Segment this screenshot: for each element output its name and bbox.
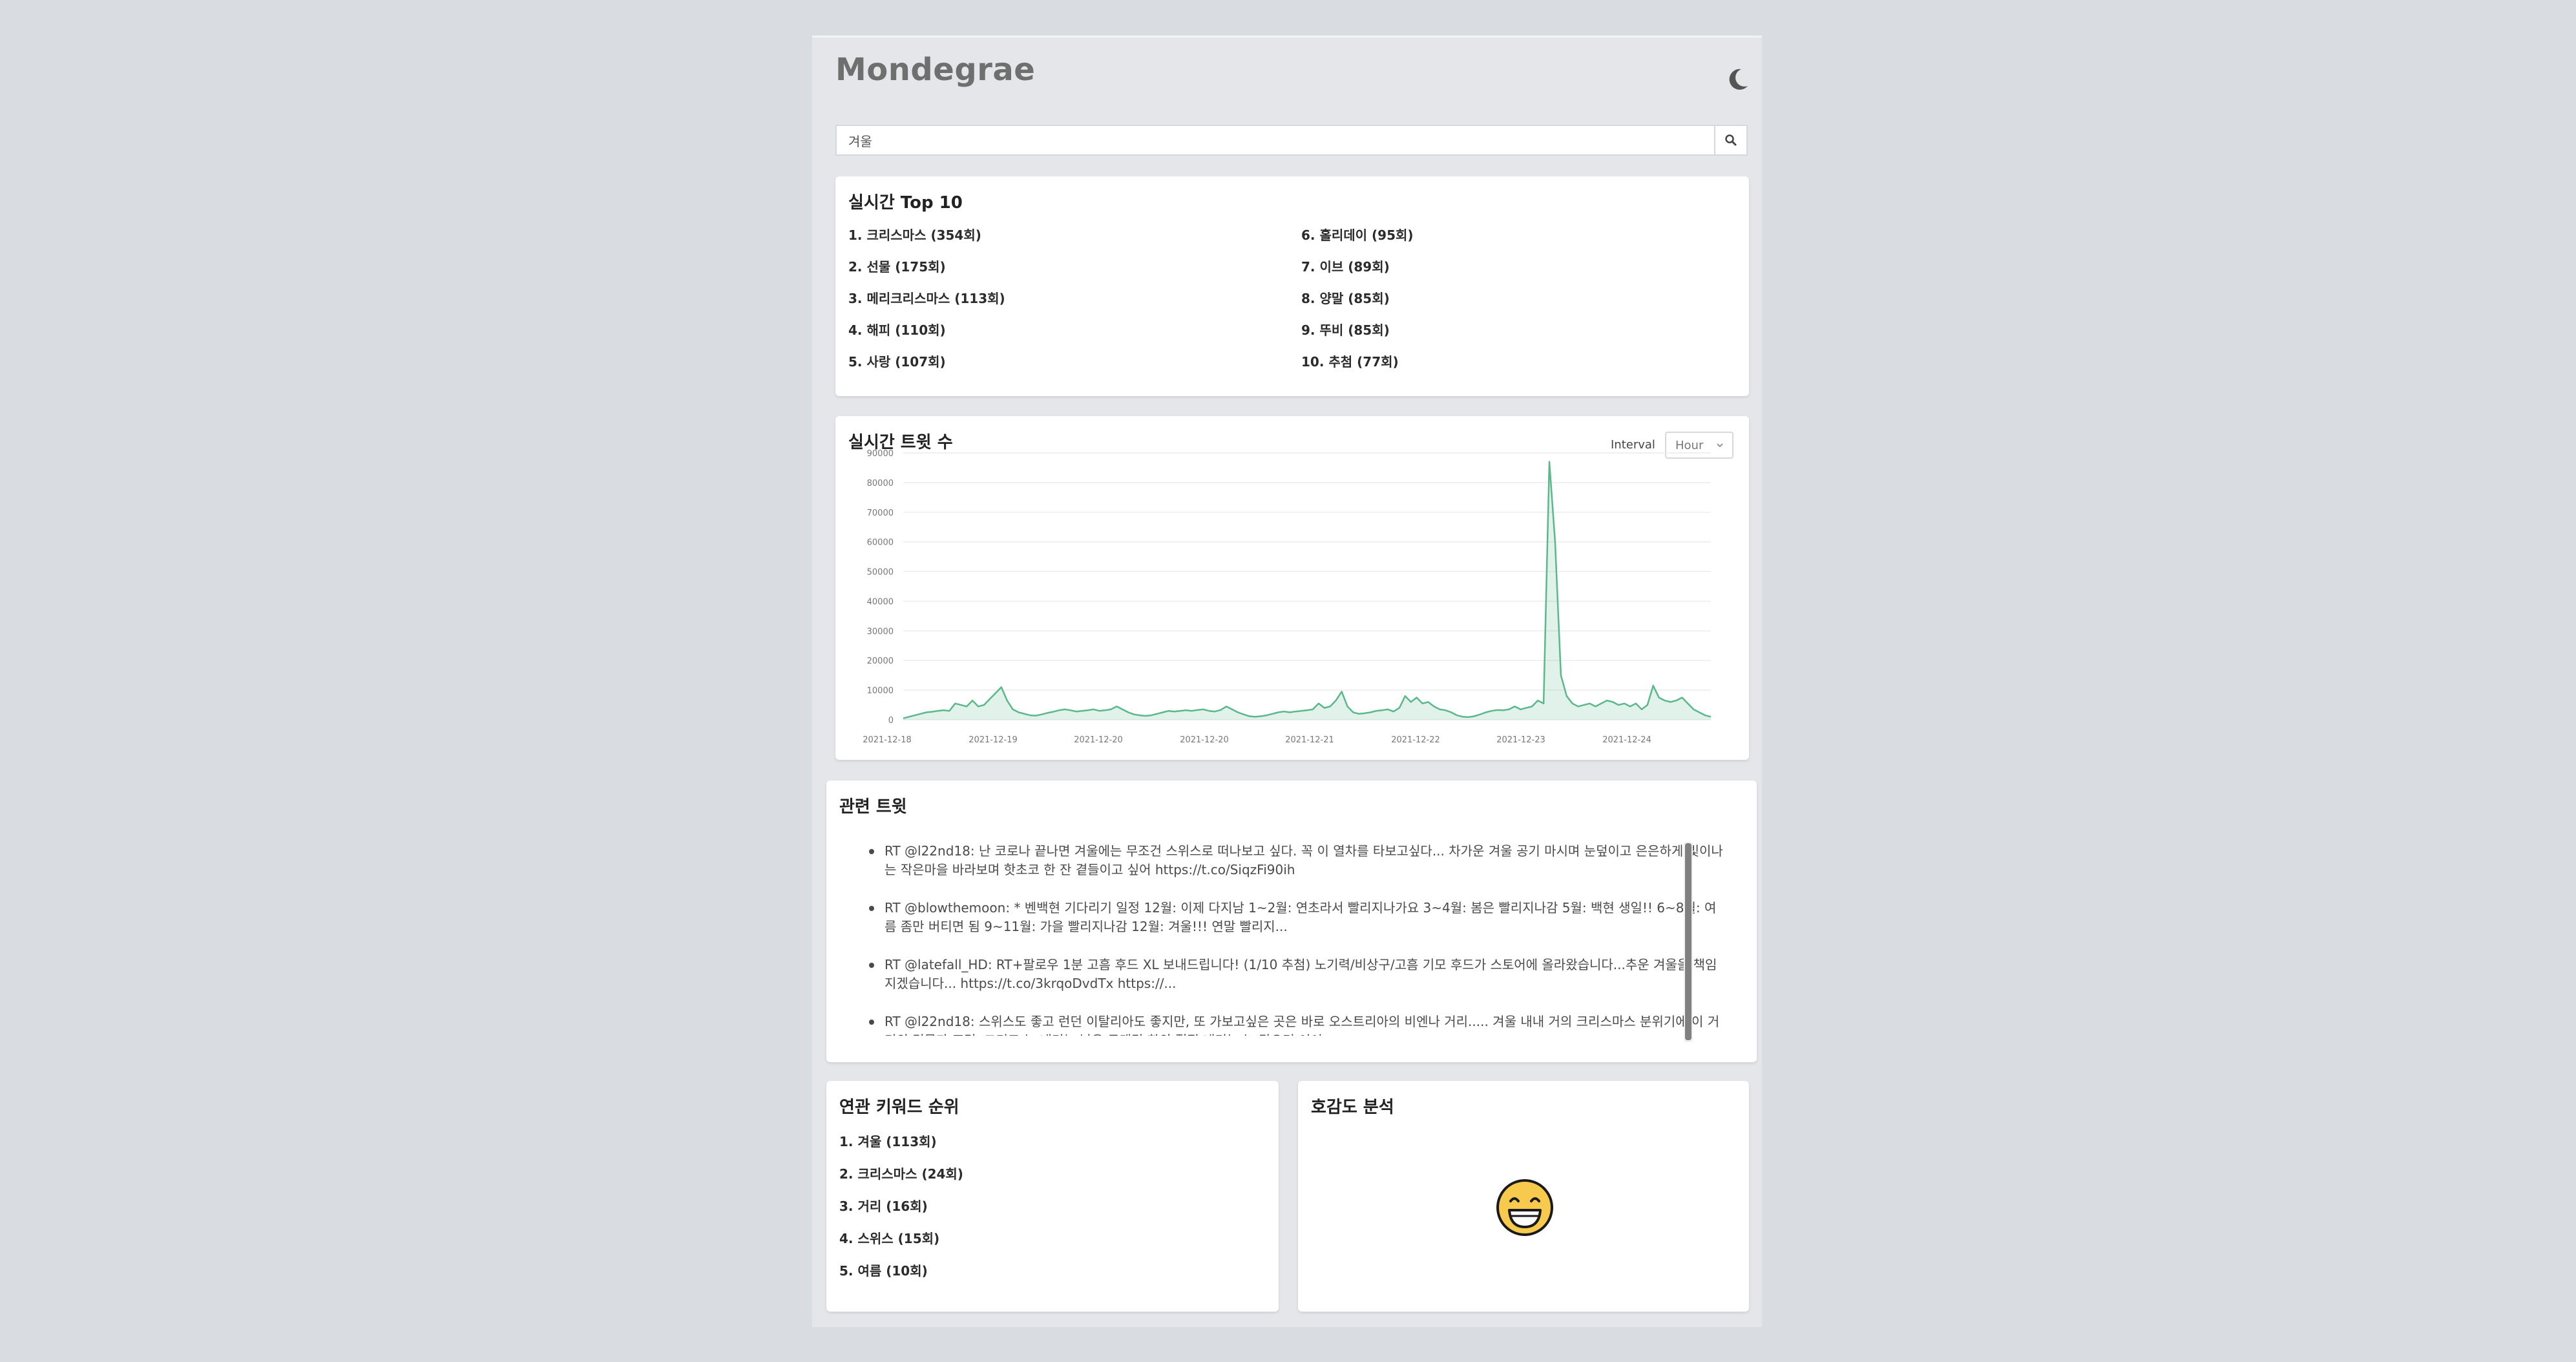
search-bar	[835, 125, 1748, 156]
tweet-item[interactable]: RT @latefall_HD: RT+팔로우 1분 고흠 후드 XL 보내드립…	[865, 956, 1724, 993]
top10-item[interactable]: 5. 사랑 (107회)	[848, 351, 946, 370]
y-tick-label: 10000	[867, 686, 894, 696]
y-tick-label: 30000	[867, 627, 894, 636]
search-input[interactable]	[837, 126, 1717, 154]
keyword-item[interactable]: 5. 여름 (10회)	[839, 1261, 928, 1279]
tweet-list[interactable]: RT @l22nd18: 난 코로나 끝나면 겨울에는 무조건 스위스로 떠나보…	[865, 842, 1724, 1036]
dark-mode-moon-icon[interactable]	[1724, 67, 1750, 92]
top10-item[interactable]: 6. 홀리데이 (95회)	[1301, 225, 1414, 244]
tweet-item[interactable]: RT @l22nd18: 스위스도 좋고 런던 이탈리아도 좋지만, 또 가보고…	[865, 1012, 1724, 1036]
y-tick-label: 90000	[867, 449, 894, 459]
tweet-item[interactable]: RT @l22nd18: 난 코로나 끝나면 겨울에는 무조건 스위스로 떠나보…	[865, 842, 1724, 879]
y-tick-label: 70000	[867, 508, 894, 518]
series-area	[903, 461, 1711, 720]
x-tick-label: 2021-12-20	[1074, 735, 1123, 745]
top10-item[interactable]: 4. 해피 (110회)	[848, 320, 946, 339]
grinning-face-icon	[1496, 1179, 1553, 1236]
keyword-item[interactable]: 3. 거리 (16회)	[839, 1196, 928, 1215]
sentiment-title: 호감도 분석	[1311, 1098, 1394, 1117]
search-button[interactable]	[1714, 126, 1746, 154]
tweet-scrollbar-thumb[interactable]	[1685, 843, 1691, 1040]
keyword-item[interactable]: 1. 겨울 (113회)	[839, 1131, 937, 1150]
x-tick-label: 2021-12-24	[1602, 735, 1651, 745]
x-tick-label: 2021-12-23	[1496, 735, 1545, 745]
realtime-top10-card: 실시간 Top 10 1. 크리스마스 (354회) 2. 선물 (175회) …	[835, 176, 1749, 396]
keyword-item[interactable]: 2. 크리스마스 (24회)	[839, 1164, 963, 1182]
y-tick-label: 40000	[867, 597, 894, 607]
x-tick-label: 2021-12-20	[1180, 735, 1229, 745]
sentiment-analysis-card: 호감도 분석	[1298, 1081, 1749, 1312]
x-tick-label: 2021-12-22	[1391, 735, 1440, 745]
related-tweets-card: 관련 트윗 RT @l22nd18: 난 코로나 끝나면 겨울에는 무조건 스위…	[826, 781, 1757, 1062]
app-logo[interactable]: Mondegrae	[835, 52, 1035, 88]
x-tick-label: 2021-12-18	[863, 735, 912, 745]
y-tick-label: 80000	[867, 479, 894, 488]
x-tick-label: 2021-12-19	[969, 735, 1018, 745]
keyword-rank-title: 연관 키워드 순위	[839, 1098, 959, 1117]
keyword-item[interactable]: 4. 스위스 (15회)	[839, 1228, 939, 1247]
page-container: Mondegrae 실시간 Top 10 1. 크리스마스 (354회) 2. …	[812, 36, 1762, 1327]
y-tick-label: 0	[888, 716, 894, 726]
series-line	[903, 461, 1712, 719]
tweet-item[interactable]: RT @blowthemoon: * 벤백현 기다리기 일정 12월: 이제 다…	[865, 899, 1724, 936]
y-tick-label: 20000	[867, 656, 894, 666]
top10-item[interactable]: 3. 메리크리스마스 (113회)	[848, 288, 1005, 307]
top10-item[interactable]: 10. 추첨 (77회)	[1301, 351, 1399, 370]
y-tick-label: 50000	[867, 568, 894, 578]
top10-item[interactable]: 2. 선물 (175회)	[848, 257, 946, 275]
top10-item[interactable]: 1. 크리스마스 (354회)	[848, 225, 981, 244]
y-tick-label: 60000	[867, 538, 894, 548]
realtime-tweet-count-card: 실시간 트윗 수 Interval Hour 0 10000 20000 30000 4…	[835, 416, 1749, 760]
tweet-count-chart: 0 10000 20000 30000 40000 50000 60000 70000 8000…	[863, 449, 1712, 745]
related-keyword-rank-card: 연관 키워드 순위 1. 겨울 (113회) 2. 크리스마스 (24회) 3.…	[826, 1081, 1279, 1312]
top10-item[interactable]: 7. 이브 (89회)	[1301, 257, 1390, 275]
top10-item[interactable]: 9. 뚜비 (85회)	[1301, 320, 1390, 339]
search-icon	[1725, 134, 1737, 146]
top10-title: 실시간 Top 10	[848, 193, 963, 213]
related-tweets-title: 관련 트윗	[839, 797, 907, 817]
x-tick-label: 2021-12-21	[1285, 735, 1334, 745]
top10-item[interactable]: 8. 양말 (85회)	[1301, 288, 1390, 307]
